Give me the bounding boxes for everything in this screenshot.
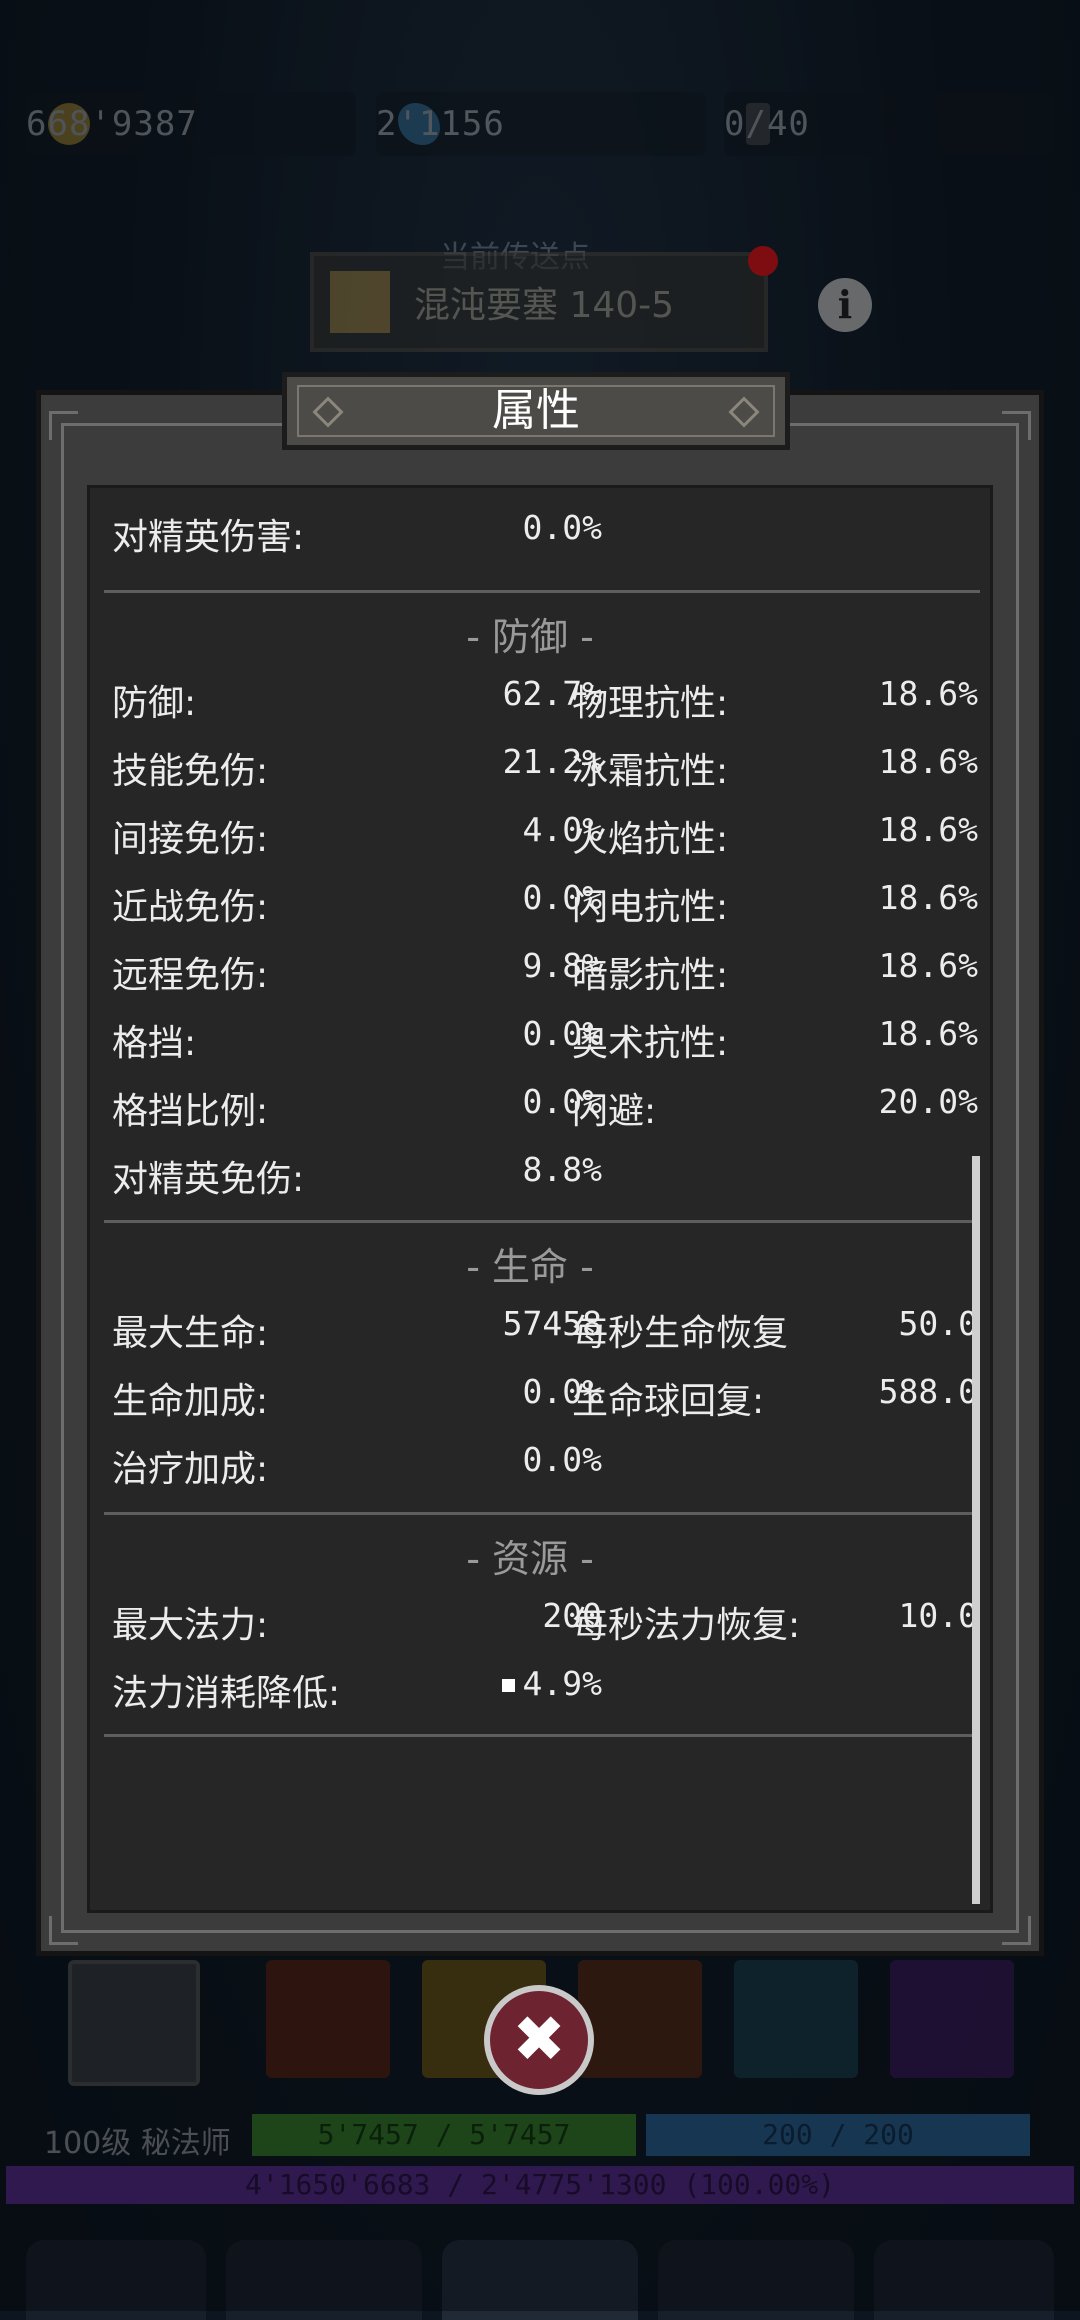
attr-row: 对精英伤害: 0.0% bbox=[90, 508, 970, 558]
attr-value: 18.6% bbox=[878, 742, 978, 781]
attr-row: 生命加成: 0.0% 生命球回复: 588.0 bbox=[90, 1372, 978, 1422]
section-divider bbox=[104, 1734, 980, 1737]
close-icon: ✖ bbox=[512, 2003, 566, 2077]
panel-title-plate: 属性 bbox=[282, 372, 790, 450]
attr-label: 对精英伤害: bbox=[112, 517, 305, 558]
attr-label: 对精英免伤: bbox=[112, 1159, 305, 1200]
attr-label: 远程免伤: bbox=[112, 955, 269, 996]
attr-label: 法力消耗降低: bbox=[112, 1673, 341, 1714]
attr-label: 技能免伤: bbox=[112, 751, 269, 792]
attr-label: 近战免伤: bbox=[112, 887, 269, 928]
attr-row: 近战免伤: 0.0% 闪电抗性: 18.6% bbox=[90, 878, 978, 928]
attr-label: 生命球回复: bbox=[572, 1381, 765, 1422]
attributes-list[interactable]: 对精英伤害: 0.0% - 防御 - 防御: 62.7% 物理抗性: 18.6%… bbox=[87, 485, 993, 1913]
attr-row: 治疗加成: 0.0% bbox=[90, 1440, 970, 1490]
attr-value: 0.0% bbox=[522, 508, 602, 547]
attr-value: 18.6% bbox=[878, 810, 978, 849]
frame-corner bbox=[49, 411, 78, 440]
attr-label: 物理抗性: bbox=[572, 683, 729, 724]
attr-label: 格挡: bbox=[112, 1023, 197, 1064]
attr-row: 间接免伤: 4.0% 火焰抗性: 18.6% bbox=[90, 810, 978, 860]
attr-label: 间接免伤: bbox=[112, 819, 269, 860]
attr-value: 10.0 bbox=[898, 1596, 978, 1635]
frame-corner bbox=[1002, 411, 1031, 440]
attr-value: 8.8% bbox=[522, 1150, 602, 1189]
attr-label: 每秒生命恢复 bbox=[572, 1313, 789, 1354]
attr-value: 588.0 bbox=[878, 1372, 978, 1411]
close-button[interactable]: ✖ bbox=[484, 1985, 594, 2095]
attr-label: 防御: bbox=[112, 683, 197, 724]
attr-label: 闪电抗性: bbox=[572, 887, 729, 928]
frame-corner bbox=[1002, 1916, 1031, 1945]
section-divider bbox=[104, 1220, 980, 1223]
attr-value: 18.6% bbox=[878, 878, 978, 917]
attr-row: 防御: 62.7% 物理抗性: 18.6% bbox=[90, 674, 978, 724]
attr-label: 治疗加成: bbox=[112, 1449, 269, 1490]
attr-row: 最大生命: 57458 每秒生命恢复 50.0 bbox=[90, 1304, 978, 1354]
frame-corner bbox=[49, 1916, 78, 1945]
bullet-marker bbox=[501, 1679, 515, 1692]
section-divider bbox=[104, 590, 980, 593]
attr-label: 暗影抗性: bbox=[572, 955, 729, 996]
attr-row: 远程免伤: 9.8% 暗影抗性: 18.6% bbox=[90, 946, 978, 996]
attr-value: 18.6% bbox=[878, 674, 978, 713]
attr-row: 格挡: 0.0% 奥术抗性: 18.6% bbox=[90, 1014, 978, 1064]
attr-value: 50.0 bbox=[898, 1304, 978, 1343]
scrollbar[interactable] bbox=[972, 1156, 980, 1904]
attr-value: 4.9% bbox=[522, 1664, 602, 1703]
attr-label: 冰霜抗性: bbox=[572, 751, 729, 792]
attr-value: 18.6% bbox=[878, 946, 978, 985]
section-divider bbox=[104, 1512, 980, 1515]
section-title-resource: - 资源 - bbox=[466, 1537, 594, 1581]
attr-label: 最大法力: bbox=[112, 1605, 269, 1646]
attr-label: 最大生命: bbox=[112, 1313, 269, 1354]
section-title-life: - 生命 - bbox=[466, 1245, 594, 1289]
attr-row: 法力消耗降低: 4.9% bbox=[90, 1664, 970, 1714]
attr-value-with-bullet: 4.9% bbox=[501, 1664, 602, 1703]
attr-value: 18.6% bbox=[878, 1014, 978, 1053]
attr-label: 奥术抗性: bbox=[572, 1023, 729, 1064]
attr-row: 技能免伤: 21.2% 冰霜抗性: 18.6% bbox=[90, 742, 978, 792]
section-title-defense: - 防御 - bbox=[466, 615, 594, 659]
attr-label: 格挡比例: bbox=[112, 1091, 269, 1132]
attr-label: 每秒法力恢复: bbox=[572, 1605, 801, 1646]
panel-title: 属性 bbox=[492, 385, 580, 436]
attr-row: 格挡比例: 0.0% 闪避: 20.0% bbox=[90, 1082, 978, 1132]
attr-label: 闪避: bbox=[572, 1091, 657, 1132]
attr-label: 火焰抗性: bbox=[572, 819, 729, 860]
attr-row: 对精英免伤: 8.8% bbox=[90, 1150, 970, 1200]
attr-value: 20.0% bbox=[878, 1082, 978, 1121]
attr-row: 最大法力: 200 每秒法力恢复: 10.0 bbox=[90, 1596, 978, 1646]
attr-label: 生命加成: bbox=[112, 1381, 269, 1422]
attributes-panel: 对精英伤害: 0.0% - 防御 - 防御: 62.7% 物理抗性: 18.6%… bbox=[36, 390, 1044, 1956]
attr-value: 0.0% bbox=[522, 1440, 602, 1479]
